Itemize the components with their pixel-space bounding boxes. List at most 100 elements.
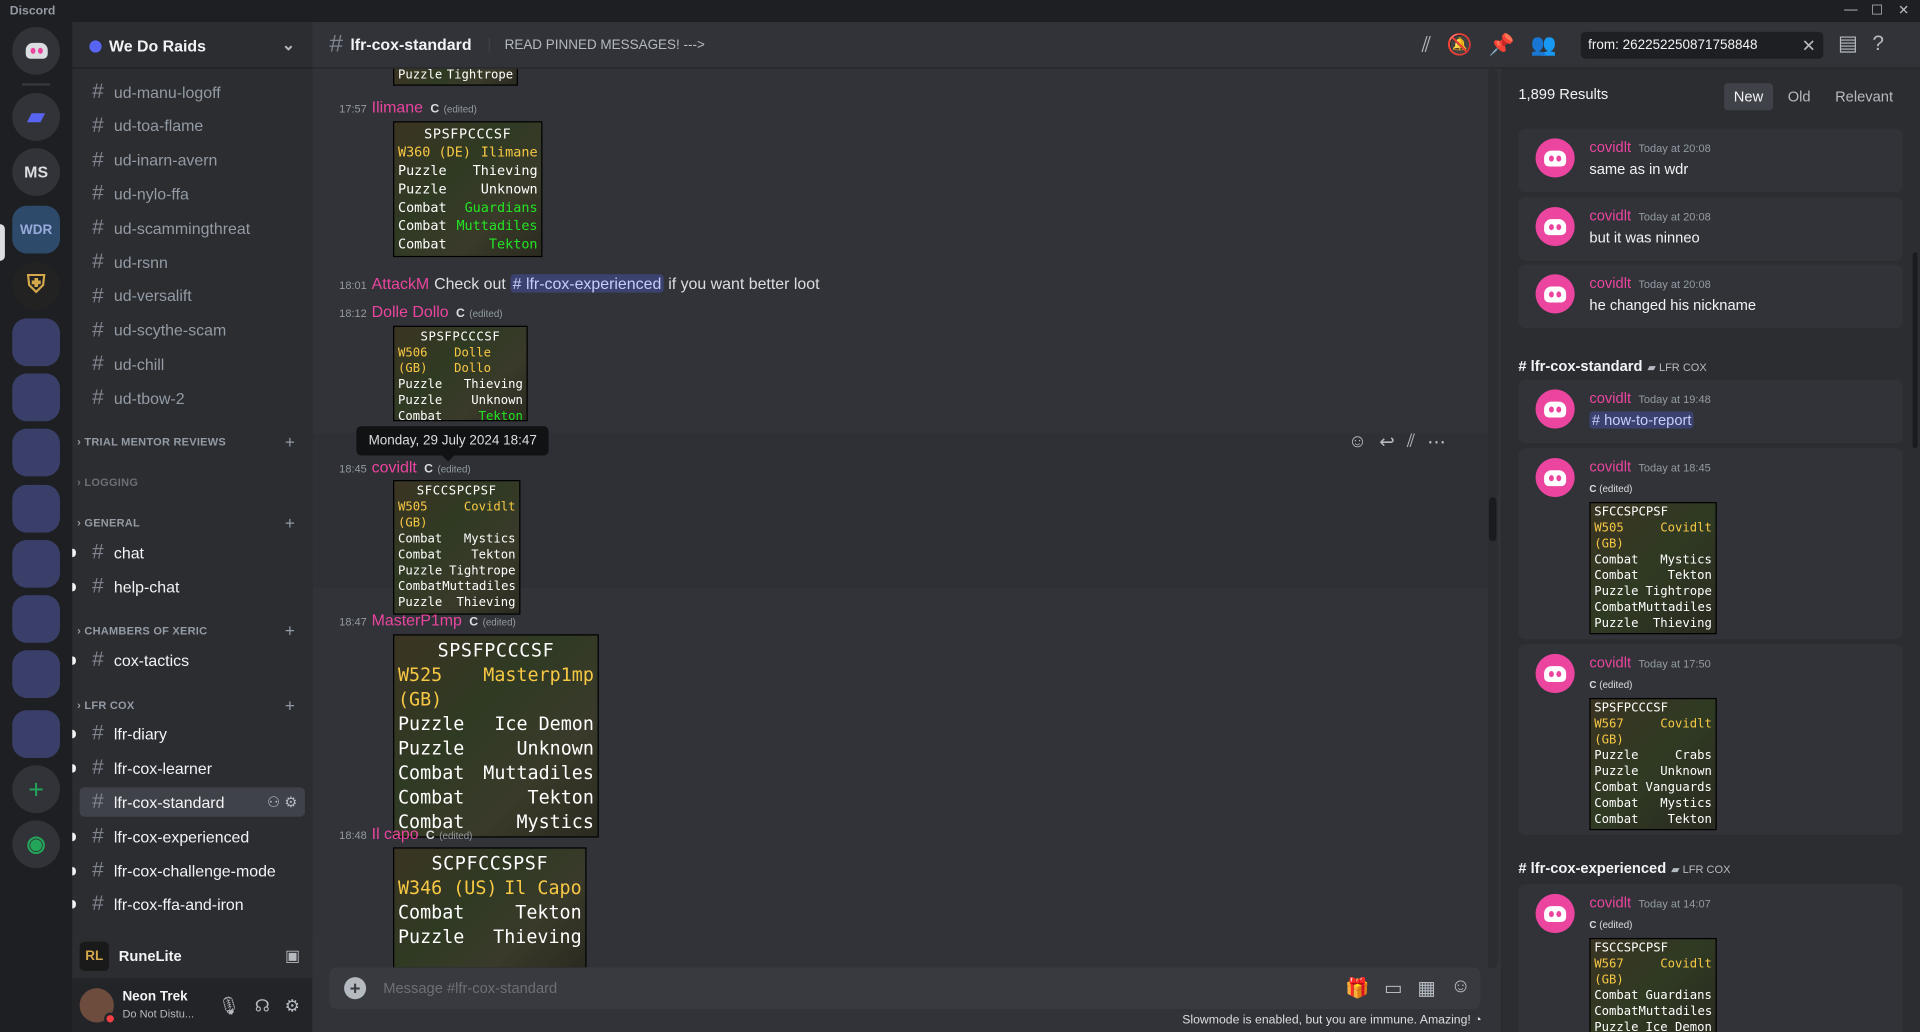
server-header[interactable]: We Do Raids ⌄ bbox=[72, 22, 313, 69]
category-xeric[interactable]: › CHAMBERS OF XERIC + bbox=[77, 621, 302, 641]
scrollbar-thumb[interactable] bbox=[1488, 497, 1497, 542]
attachment-image[interactable]: Puzzle Tightrope bbox=[393, 68, 518, 86]
server-folder-3[interactable] bbox=[12, 428, 61, 477]
message-composer[interactable]: + Message #lfr-cox-standard 🎁 ▭ ▦ ☺ bbox=[329, 967, 1481, 1009]
activity-icon[interactable]: ▣ bbox=[285, 947, 300, 967]
category-logging[interactable]: › LOGGING bbox=[77, 476, 302, 488]
clear-search-icon[interactable]: ✕ bbox=[1802, 36, 1816, 57]
server-folder-8[interactable] bbox=[12, 710, 61, 758]
maximize-icon[interactable]: ☐ bbox=[1871, 2, 1883, 19]
direct-messages-button[interactable] bbox=[12, 26, 61, 75]
channel-ud-toa-flame[interactable]: # ud-toa-flame bbox=[80, 111, 305, 140]
close-window-icon[interactable]: ✕ bbox=[1898, 2, 1909, 19]
channel-ud-nylo-ffa[interactable]: # ud-nylo-ffa bbox=[80, 179, 305, 208]
folder-icon[interactable]: ▰ bbox=[12, 93, 61, 141]
notification-bell-icon[interactable]: 🔕 bbox=[1447, 33, 1473, 57]
channel-ud-scythe-scam[interactable]: # ud-scythe-scam bbox=[80, 315, 305, 344]
headphones-icon[interactable]: ☊ bbox=[255, 996, 270, 1017]
user-panel[interactable]: Neon Trek Do Not Distu... 🎙 ☊ ⚙ bbox=[72, 978, 313, 1032]
scrollbar[interactable] bbox=[1912, 252, 1918, 449]
inbox-icon[interactable]: ▤ bbox=[1838, 32, 1858, 56]
thread-icon[interactable]: ⫽ bbox=[1407, 431, 1415, 453]
server-folder-7[interactable] bbox=[12, 650, 61, 698]
channel-lfr-cox-experienced[interactable]: # lfr-cox-experienced bbox=[72, 822, 305, 851]
channel-cox-tactics[interactable]: # cox-tactics bbox=[72, 645, 305, 674]
server-ms[interactable]: MS bbox=[12, 148, 61, 196]
result-card[interactable]: covidlt Today at 19:48 # how-to-report bbox=[1518, 379, 1903, 444]
result-card[interactable]: covidlt Today at 20:08 he changed his nic… bbox=[1518, 264, 1903, 329]
reply-icon[interactable]: ↩ bbox=[1379, 431, 1394, 453]
server-folder-1[interactable] bbox=[12, 318, 61, 367]
channel-topic[interactable]: READ PINNED MESSAGES! ---> bbox=[488, 37, 705, 53]
pin-icon[interactable]: 📌 bbox=[1489, 33, 1515, 57]
channel-ud-manu-logoff[interactable]: # ud-manu-logoff bbox=[80, 77, 305, 106]
attachment-image[interactable]: FSCCSPCPSF W567 (GB) Covidlt Combat Guardian… bbox=[1589, 937, 1717, 1032]
channel-help-chat[interactable]: # help-chat bbox=[72, 572, 305, 601]
attachment-image[interactable]: SPSFPCCCSF W567 (GB) Covidlt Puzzle Crabs Puz… bbox=[1589, 697, 1717, 831]
channel-lfr-cox-ffa-and-iron[interactable]: # lfr-cox-ffa-and-iron bbox=[72, 889, 305, 918]
emoji-icon[interactable]: ☺ bbox=[1451, 976, 1471, 1000]
channel-ud-chill[interactable]: # ud-chill bbox=[80, 349, 305, 378]
attachment-image[interactable]: SPSFPCCCSF W360 (DE) Ilimane Puzzle Thieving… bbox=[393, 121, 543, 258]
help-icon[interactable]: ? bbox=[1872, 32, 1884, 56]
gift-icon[interactable]: 🎁 bbox=[1345, 976, 1369, 1000]
server-helmet[interactable]: ⛨ bbox=[12, 262, 61, 310]
members-icon[interactable]: 👥 bbox=[1531, 33, 1557, 57]
more-icon[interactable]: ⋯ bbox=[1427, 431, 1445, 453]
server-folder-5[interactable] bbox=[12, 540, 61, 588]
attachment-image[interactable]: SCPFCCSPSF W346 (US) Il Capo Combat Tekton Pu… bbox=[393, 847, 587, 969]
explore-icon[interactable]: ◉ bbox=[12, 820, 61, 869]
server-wdr[interactable]: WDR bbox=[12, 205, 61, 254]
channel-ud-inarn-avern[interactable]: # ud-inarn-avern bbox=[80, 145, 305, 174]
add-channel-icon[interactable]: + bbox=[285, 621, 295, 641]
result-group-header[interactable]: # lfr-cox-standard ▰ LFR COX bbox=[1518, 358, 1706, 375]
gif-icon[interactable]: ▭ bbox=[1384, 976, 1403, 1000]
author-name[interactable]: Ilimane bbox=[372, 98, 423, 116]
server-folder-6[interactable] bbox=[12, 595, 61, 643]
server-folder-2[interactable] bbox=[12, 373, 61, 422]
author-name[interactable]: covidlt bbox=[372, 458, 417, 476]
channel-lfr-cox-learner[interactable]: # lfr-cox-learner bbox=[72, 753, 305, 782]
channel-mention[interactable]: # how-to-report bbox=[1589, 411, 1694, 429]
scrollbar[interactable] bbox=[1487, 68, 1498, 969]
add-server-icon[interactable]: + bbox=[12, 765, 61, 814]
add-attachment-icon[interactable]: + bbox=[344, 977, 367, 1000]
category-lfr[interactable]: › LFR COX + bbox=[77, 696, 302, 716]
channel-chat[interactable]: # chat bbox=[72, 538, 305, 567]
gear-icon[interactable]: ⚙ bbox=[285, 996, 300, 1017]
threads-icon[interactable]: ⫽ bbox=[1422, 33, 1431, 57]
result-card[interactable]: covidlt Today at 14:07 C (edited) FSCCSPC… bbox=[1518, 884, 1903, 1032]
tab-new[interactable]: New bbox=[1724, 83, 1773, 111]
runelite-activity[interactable]: RL RuneLite ▣ bbox=[72, 934, 313, 979]
channel-lfr-diary[interactable]: # lfr-diary bbox=[72, 719, 305, 748]
attachment-image[interactable]: SFCCSPCPSF W505 (GB) Covidlt Combat Mystics C… bbox=[1589, 502, 1717, 635]
author-name[interactable]: AttackM bbox=[372, 274, 430, 292]
attachment-image[interactable]: SPSFPCCCSF W506 (GB) Dolle Dollo Puzzle Thie… bbox=[393, 325, 528, 422]
channel-ud-rsnn[interactable]: # ud-rsnn bbox=[80, 247, 305, 276]
result-card[interactable]: covidlt Today at 18:45 C (edited) SFCCSPC… bbox=[1518, 448, 1903, 640]
add-reaction-icon[interactable]: ☺ bbox=[1348, 431, 1367, 453]
author-name[interactable]: Il capo bbox=[372, 824, 419, 842]
tab-old[interactable]: Old bbox=[1778, 83, 1820, 110]
attachment-image[interactable]: SPSFPCCCSF W525 (GB) Masterp1mp Puzzle Ice D… bbox=[393, 634, 599, 838]
author-name[interactable]: Dolle Dollo bbox=[372, 302, 449, 320]
result-group-header[interactable]: # lfr-cox-experienced ▰ LFR COX bbox=[1518, 860, 1730, 877]
channel-ud-tbow-2[interactable]: # ud-tbow-2 bbox=[80, 383, 305, 412]
channel-ud-versalift[interactable]: # ud-versalift bbox=[80, 281, 305, 310]
microphone-icon[interactable]: 🎙 bbox=[218, 996, 240, 1017]
result-card[interactable]: covidlt Today at 20:08 same as in wdr bbox=[1518, 128, 1903, 193]
channel-ud-scammingthreat[interactable]: # ud-scammingthreat bbox=[80, 213, 305, 242]
author-name[interactable]: MasterP1mp bbox=[372, 611, 462, 629]
tab-relevant[interactable]: Relevant bbox=[1825, 83, 1903, 110]
sticker-icon[interactable]: ▦ bbox=[1417, 976, 1436, 1000]
category-trial[interactable]: › TRIAL MENTOR REVIEWS + bbox=[77, 432, 302, 452]
add-channel-icon[interactable]: + bbox=[285, 432, 295, 452]
search-input[interactable]: from: 262252250871758848 ✕ bbox=[1580, 31, 1824, 59]
category-general[interactable]: › GENERAL + bbox=[77, 513, 302, 533]
minimize-icon[interactable]: — bbox=[1844, 2, 1857, 17]
result-card[interactable]: covidlt Today at 20:08 but it was ninneo bbox=[1518, 197, 1903, 261]
result-card[interactable]: covidlt Today at 17:50 C (edited) SPSFPCC… bbox=[1518, 644, 1903, 836]
add-channel-icon[interactable]: + bbox=[285, 513, 295, 533]
channel-mention[interactable]: # lfr-cox-experienced bbox=[510, 274, 664, 293]
invite-settings-icon[interactable]: ⚇ ⚙ bbox=[267, 793, 297, 810]
